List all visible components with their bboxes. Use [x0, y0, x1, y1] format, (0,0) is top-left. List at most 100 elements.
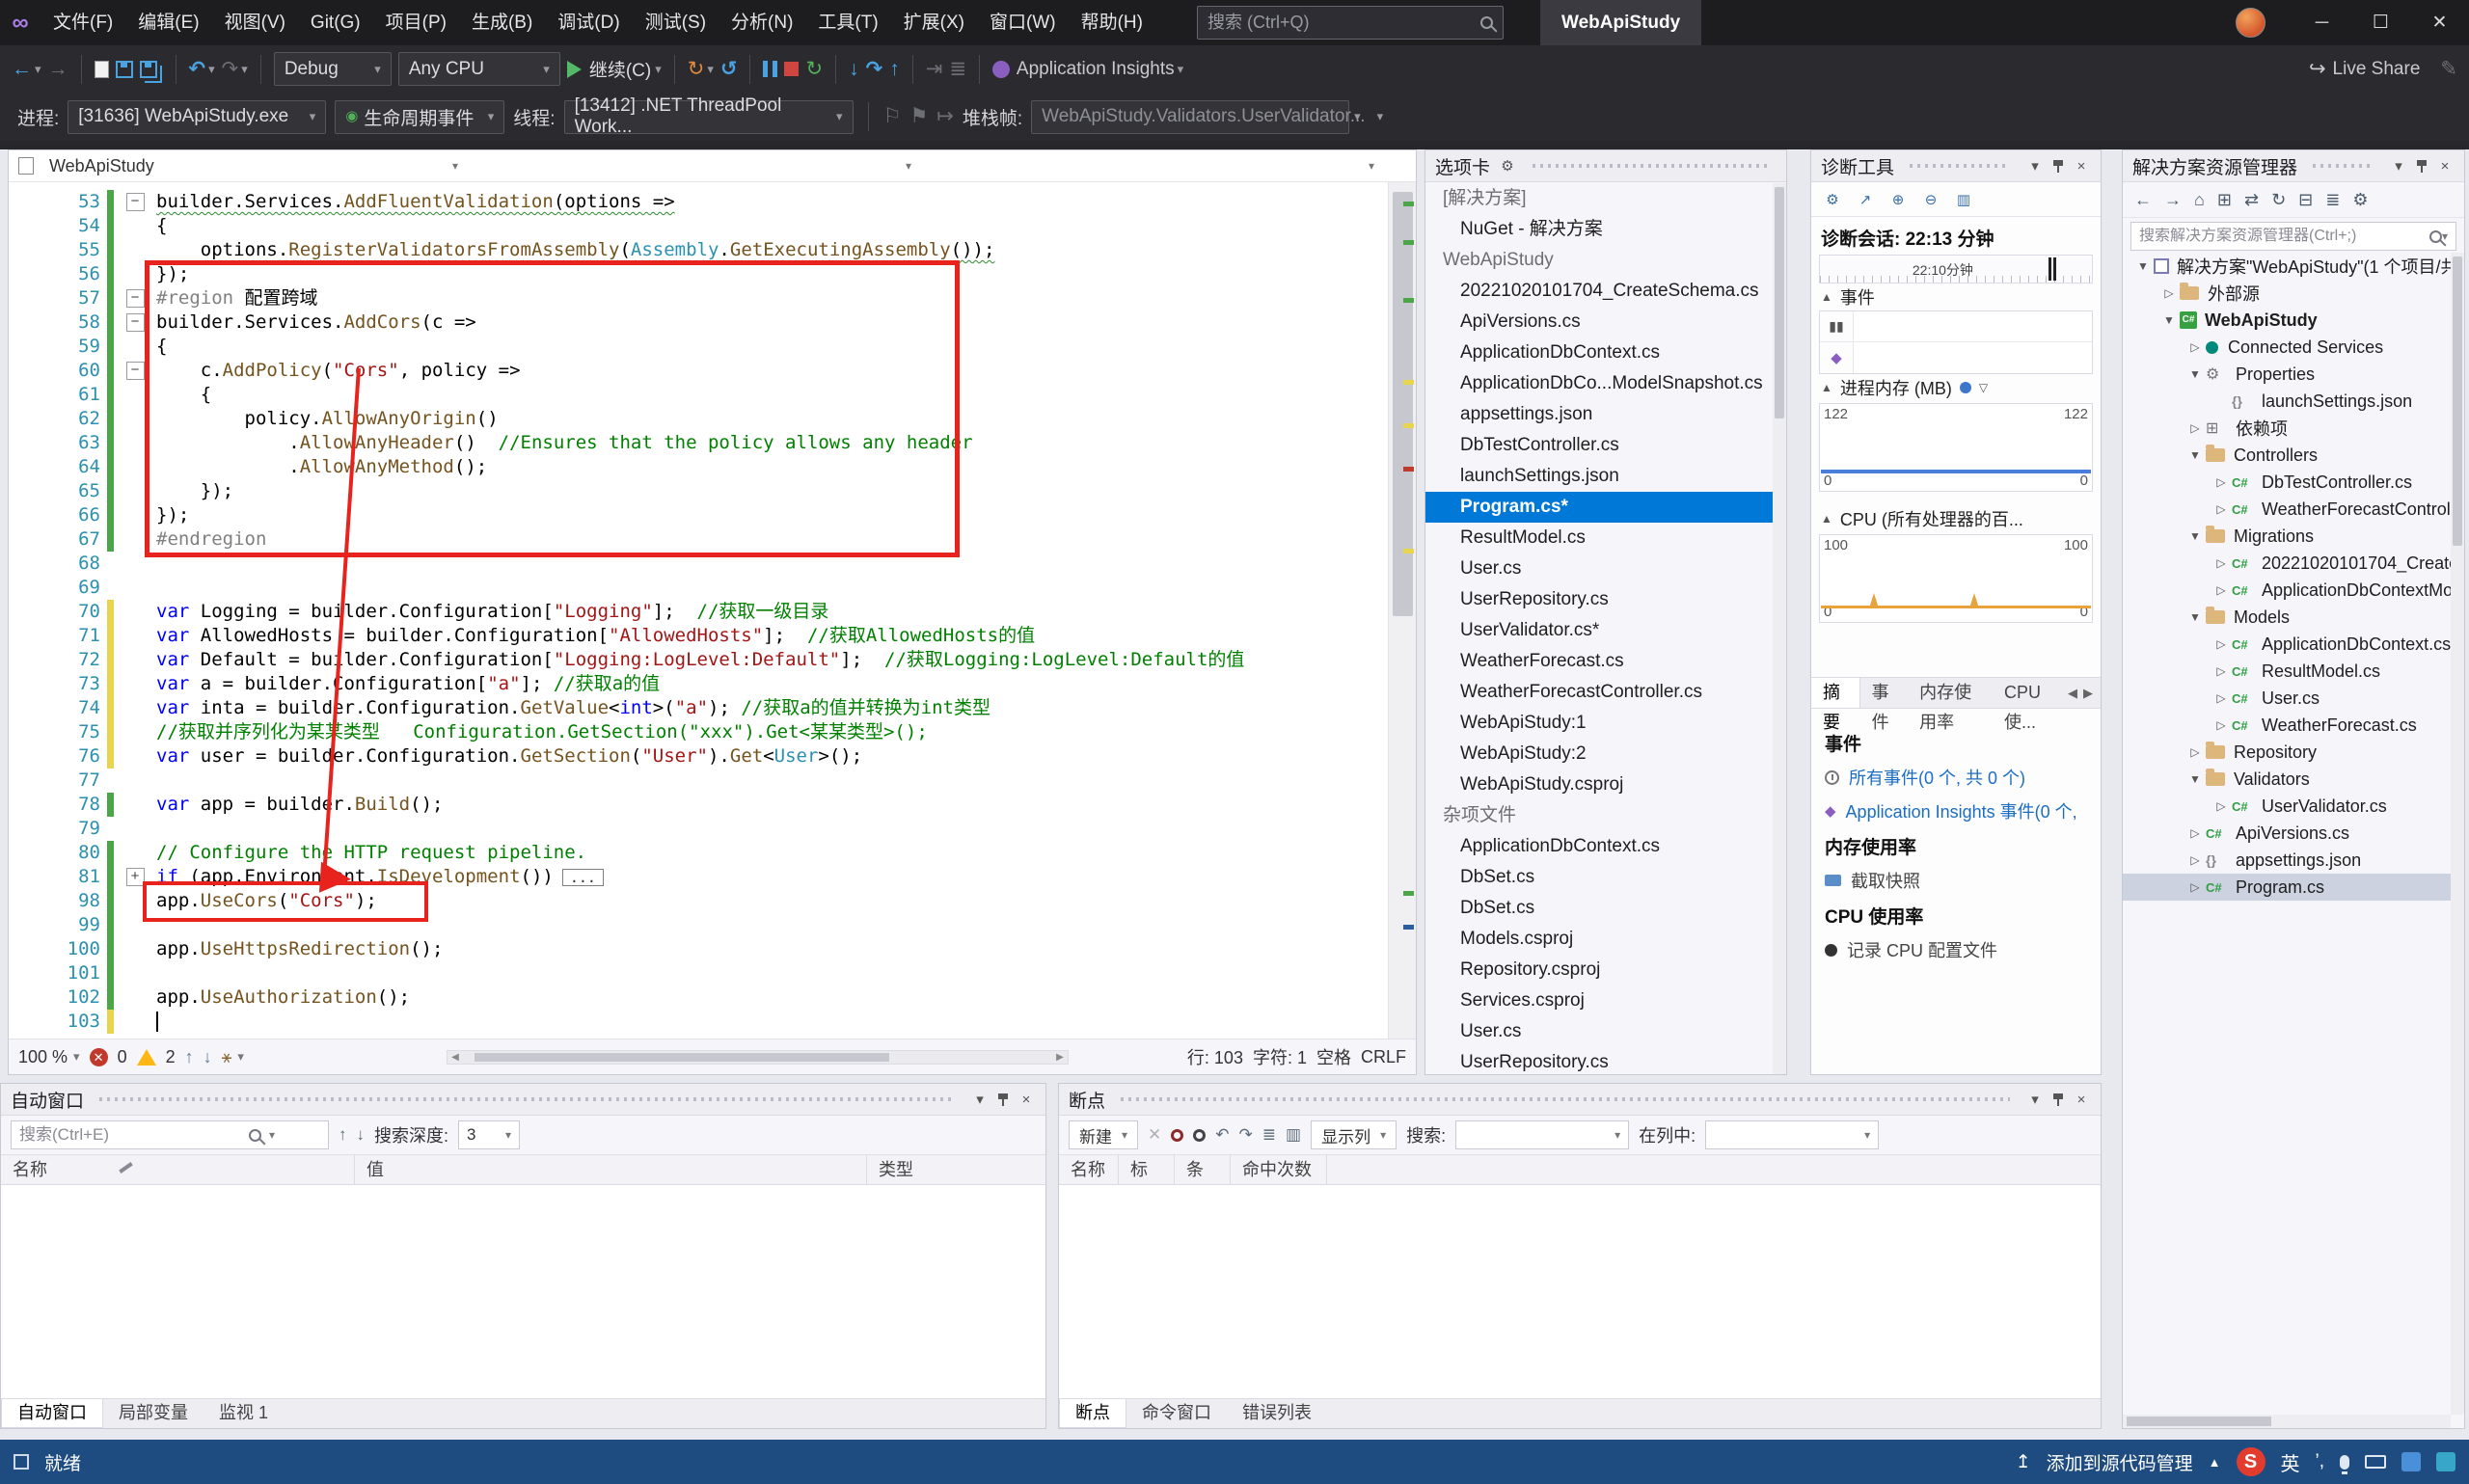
- type-dropdown[interactable]: ▾: [466, 150, 919, 181]
- code-line[interactable]: 70 var Logging = builder.Configuration["L…: [9, 600, 1388, 624]
- toggle-all-breakpoints-icon[interactable]: [1171, 1128, 1184, 1142]
- ime-punctuation-icon[interactable]: ’,: [2316, 1451, 2325, 1472]
- close-icon[interactable]: ×: [2072, 1092, 2091, 1108]
- expander-icon[interactable]: ▷: [2158, 286, 2180, 300]
- menu-item[interactable]: 文件(F): [41, 0, 125, 45]
- expander-icon[interactable]: ▷: [2184, 745, 2206, 759]
- code-line[interactable]: 54 {: [9, 214, 1388, 238]
- tab-events[interactable]: 事件: [1860, 678, 1909, 732]
- in-column-combo[interactable]: ▾: [1705, 1120, 1880, 1149]
- import-icon[interactable]: ↶: [1215, 1125, 1229, 1145]
- tab-summary[interactable]: 摘要: [1811, 678, 1860, 732]
- application-insights-label[interactable]: Application Insights: [1017, 59, 1175, 80]
- code-line[interactable]: 64 .AllowAnyMethod();: [9, 455, 1388, 479]
- expander-icon[interactable]: ▼: [2184, 610, 2206, 624]
- continue-button[interactable]: 继续(C) ▾: [566, 56, 662, 82]
- fold-toggle[interactable]: +: [125, 868, 145, 886]
- forward-icon[interactable]: →: [2164, 190, 2182, 210]
- tab-memory[interactable]: 内存使用率: [1908, 678, 1993, 732]
- tab-document-item[interactable]: UserRepository.cs: [1425, 584, 1773, 615]
- tab-document-item[interactable]: Models.csproj: [1425, 924, 1773, 955]
- tab-document-item[interactable]: appsettings.json: [1425, 399, 1773, 430]
- code-cleanup-icon[interactable]: ⚹: [222, 1047, 232, 1067]
- background-tasks-icon[interactable]: [14, 1454, 29, 1470]
- close-button[interactable]: ✕: [2410, 0, 2469, 45]
- code-line[interactable]: 75 //获取并序列化为某某类型 Configuration.GetSection…: [9, 720, 1388, 744]
- toolbar-overflow[interactable]: ▾: [1354, 104, 1361, 129]
- tab-document-item[interactable]: Repository.csproj: [1425, 955, 1773, 985]
- fold-toggle[interactable]: −: [125, 362, 145, 380]
- events-track[interactable]: [1853, 311, 2092, 341]
- expander-icon[interactable]: ▼: [2184, 772, 2206, 786]
- app-insights-events-link[interactable]: ◆ Application Insights 事件(0 个,: [1825, 798, 2087, 823]
- stackframe-combo[interactable]: WebApiStudy.Validators.UserValidator... ▾: [1031, 99, 1383, 134]
- autos-grid[interactable]: [1, 1185, 1045, 1398]
- column-type[interactable]: 类型: [867, 1155, 1045, 1184]
- cpu-chart[interactable]: 100 0 100 0: [1819, 534, 2093, 623]
- expander-icon[interactable]: ▼: [2184, 448, 2206, 462]
- tree-item[interactable]: ▼ C# WebApiStudy: [2123, 307, 2451, 334]
- tree-item[interactable]: {} launchSettings.json: [2123, 388, 2451, 415]
- session-timeline-ruler[interactable]: 22:10分钟: [1819, 255, 2093, 283]
- application-insights-dropdown[interactable]: ▾: [1178, 57, 1184, 82]
- autos-search-box[interactable]: ▾: [11, 1120, 329, 1149]
- tab-document-item[interactable]: DbTestController.cs: [1425, 430, 1773, 461]
- tree-item[interactable]: ▷ C# ApiVersions.cs: [2123, 820, 2451, 847]
- chevron-down-icon[interactable]: ▾: [2025, 157, 2045, 175]
- flagged-threads-icon[interactable]: ⚑: [909, 104, 928, 129]
- tab-error-list[interactable]: 错误列表: [1227, 1399, 1327, 1428]
- goto-frame-icon[interactable]: ↦: [936, 104, 954, 129]
- source-control-chevron-icon[interactable]: ▲: [2209, 1455, 2221, 1470]
- tab-document-item[interactable]: WebApiStudy:1: [1425, 708, 1773, 739]
- tree-item[interactable]: ▷ C# ResultModel.cs: [2123, 658, 2451, 685]
- configuration-combo[interactable]: Debug ▾: [273, 52, 392, 86]
- expander-icon[interactable]: ▼: [2184, 367, 2206, 381]
- gear-icon[interactable]: ⚙: [1498, 157, 1517, 175]
- expander-icon[interactable]: ▷: [2184, 421, 2206, 435]
- expander-icon[interactable]: ▷: [2184, 340, 2206, 354]
- code-line[interactable]: 99: [9, 913, 1388, 937]
- code-line[interactable]: 58 − builder.Services.AddCors(c =>: [9, 310, 1388, 335]
- scrollbar-thumb[interactable]: [474, 1052, 889, 1062]
- scrollbar-thumb[interactable]: [2453, 256, 2462, 546]
- warnings-icon[interactable]: [136, 1048, 156, 1066]
- search-depth-combo[interactable]: 3 ▾: [458, 1120, 521, 1149]
- column-condition[interactable]: 条件: [1175, 1155, 1231, 1208]
- zoom-level[interactable]: 100 %: [18, 1047, 68, 1067]
- tree-item[interactable]: ▷C# WeatherForecastControlle...: [2123, 496, 2451, 523]
- disable-all-breakpoints-icon[interactable]: [1193, 1128, 1207, 1142]
- tab-document-item[interactable]: DbSet.cs: [1425, 862, 1773, 893]
- show-columns-button[interactable]: 显示列 ▾: [1311, 1120, 1397, 1149]
- lifecycle-events-button[interactable]: ◉ 生命周期事件 ▾: [335, 99, 505, 134]
- tree-item[interactable]: ▼ Validators: [2123, 766, 2451, 793]
- maximize-button[interactable]: ☐: [2351, 0, 2410, 45]
- chevron-down-icon[interactable]: ▾: [2389, 157, 2408, 175]
- code-cleanup-dropdown[interactable]: ▾: [237, 1044, 244, 1069]
- code-line[interactable]: 73 var a = builder.Configuration["a"]; //…: [9, 672, 1388, 696]
- tree-item[interactable]: ▷ C# Program.cs: [2123, 874, 2451, 901]
- delete-breakpoint-icon[interactable]: ✕: [1148, 1125, 1161, 1145]
- pin-icon[interactable]: [2416, 159, 2428, 174]
- expander-icon[interactable]: ▷: [2211, 502, 2232, 516]
- tab-document-item[interactable]: WebApiStudy.csproj: [1425, 769, 1773, 800]
- chevron-down-icon[interactable]: ▾: [2025, 1091, 2045, 1108]
- code-line[interactable]: 53 − builder.Services.AddFluentValidation(…: [9, 190, 1388, 214]
- code-line[interactable]: 67 #endregion: [9, 527, 1388, 552]
- tab-document-item[interactable]: ApplicationDbCo...ModelSnapshot.cs: [1425, 368, 1773, 399]
- code-line[interactable]: 66});: [9, 503, 1388, 527]
- menu-item[interactable]: 扩展(X): [891, 0, 977, 45]
- chevron-down-icon[interactable]: ▾: [970, 1091, 990, 1108]
- menu-item[interactable]: Git(G): [298, 0, 373, 45]
- editor-horizontal-scrollbar[interactable]: ◀ ▶: [446, 1049, 1069, 1065]
- code-line[interactable]: 57 − #region 配置跨域: [9, 286, 1388, 310]
- code-line[interactable]: 72 var Default = builder.Configuration["L…: [9, 648, 1388, 672]
- scroll-left-icon[interactable]: ◀: [448, 1051, 463, 1064]
- prev-issue-icon[interactable]: ↑: [185, 1047, 194, 1067]
- tab-locals[interactable]: 局部变量: [103, 1399, 203, 1428]
- switch-views-icon[interactable]: ⊞: [2217, 190, 2232, 210]
- events-track[interactable]: [1853, 342, 2092, 373]
- export-icon[interactable]: ↷: [1239, 1125, 1253, 1145]
- code-line[interactable]: 100 app.UseHttpsRedirection();: [9, 937, 1388, 961]
- platform-combo[interactable]: Any CPU ▾: [397, 52, 560, 86]
- undo-dropdown[interactable]: ▾: [208, 57, 215, 82]
